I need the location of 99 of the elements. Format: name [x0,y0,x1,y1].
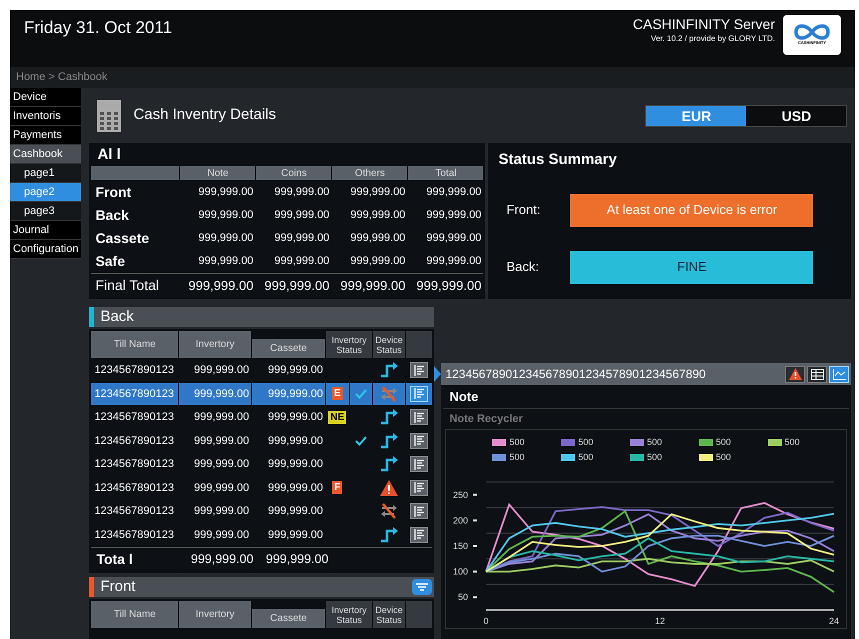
table-row[interactable]: 1234567890123 999,999.00 999,999.00 F [91,476,432,499]
table-row[interactable]: 1234567890123 999,999.00 999,999.00 [91,453,432,476]
table-view-button[interactable] [807,366,828,382]
status-badge: NE [328,410,346,424]
column-header: Till Name [91,601,178,628]
product-name: CASHINFINITY Server [632,15,775,33]
y-tick-label: 50 [458,592,468,602]
column-header: Device Status [373,601,405,628]
column-header: Till Name [91,331,178,358]
section-title: Back [100,306,135,327]
y-tick: 200 [453,515,478,526]
x-tick-label: 24 [829,616,840,626]
column-header: Invertory Status [326,331,372,358]
y-tick: 100 [453,566,478,577]
page-title: Cash Inventry Details [133,105,277,126]
y-tick-label: 100 [453,566,468,577]
column-header: Cassete [252,609,325,628]
table-row[interactable]: 1234567890123 999,999.00 999,999.00 E [91,382,432,405]
table-cell: 999,999.00 [252,382,326,405]
legend-label: 500 [647,436,662,449]
detail-title: Note [443,385,850,409]
status-indicator: At least one of Device is error [570,194,814,226]
column-header: Cassete [252,339,325,358]
list-icon [414,529,426,540]
legend-label: 500 [716,450,731,464]
column-header: Coins [256,166,332,180]
legend-label: 500 [509,450,524,464]
table-row[interactable]: 1234567890123 999,999.00 999,999.00 [91,359,432,382]
list-icon [414,482,426,494]
details-button[interactable] [410,456,428,472]
details-button[interactable] [410,409,428,426]
currency-tab[interactable]: USD [746,106,846,126]
list-icon [414,506,426,517]
legend-label: 500 [578,450,594,464]
legend-label: 500 [784,436,800,449]
legend-label: 500 [578,436,594,449]
column-header: Note [180,166,256,180]
section-title: Front [100,576,136,597]
sidebar-subitem[interactable]: page3 [10,202,82,221]
details-button[interactable] [410,503,428,520]
status-label: Front: [505,201,542,220]
infinity-icon [792,24,832,40]
column-header: Others [332,166,408,180]
device-id: 123456789012345678901234578901234567890 [445,366,707,383]
table-row[interactable]: 1234567890123 999,999.00 999,999.00 [91,524,432,546]
details-button[interactable] [410,480,428,496]
status-label: Back: [505,258,540,276]
warning-view-button[interactable] [785,366,806,382]
line-chart-icon [832,368,846,380]
x-tick-label: 12 [655,616,666,626]
list-icon [414,412,426,423]
details-button[interactable] [410,432,428,449]
version-label: Ver. 10.2 / provide by GLORY LTD. [650,33,775,45]
filter-icon [416,582,428,592]
list-icon [414,435,426,446]
column-header [406,331,432,358]
chart-view-button[interactable] [829,366,850,382]
pointer-icon [434,366,442,382]
panel-title: Status Summary [498,150,618,170]
list-icon [414,388,426,400]
legend-label: 500 [647,450,662,464]
y-tick-label: 150 [453,541,468,551]
status-indicator: FINE [570,250,814,284]
table-row[interactable]: 1234567890123 999,999.00 999,999.00 [91,430,432,452]
column-header: Invertory [179,331,252,358]
y-tick: 150 [453,541,478,551]
list-icon [414,458,426,470]
column-header: Invertory [179,601,252,628]
y-tick-label: 250 [453,490,468,500]
sidebar-subitem[interactable]: page1 [10,164,82,183]
y-tick: 50 [458,592,478,602]
table-cell: 999,999.00 [179,382,252,405]
building-icon [97,100,122,132]
table-row[interactable]: 1234567890123 999,999.00 999,999.00 [91,500,432,522]
status-badge: F [332,481,342,494]
sidebar-item[interactable]: Cashbook [10,145,82,164]
column-header [406,601,432,628]
y-tick: 250 [453,490,478,500]
details-button[interactable] [410,526,428,543]
panel-title: Al l [96,145,122,166]
line-series [486,558,836,572]
detail-subtitle: Note Recycler [448,412,524,427]
details-button[interactable] [410,362,428,378]
legend-label: 500 [716,436,731,449]
column-header: Invertory Status [326,601,372,628]
breadcrumb: Home > Cashbook [16,70,108,86]
table-icon [810,368,824,380]
column-header: Device Status [373,331,405,358]
legend-label: 500 [509,436,524,449]
column-header: Total [408,166,484,180]
date-label: Friday 31. Oct 2011 [24,17,174,39]
status-badge: E [332,387,343,400]
list-icon [414,364,426,376]
filter-button[interactable] [412,579,432,595]
table-row[interactable]: 1234567890123 999,999.00 999,999.00 NE [91,406,432,428]
warning-icon [788,368,802,380]
x-tick-label: 0 [484,616,489,626]
table-cell: 1234567890123 [91,382,178,405]
y-tick-label: 200 [453,515,468,526]
